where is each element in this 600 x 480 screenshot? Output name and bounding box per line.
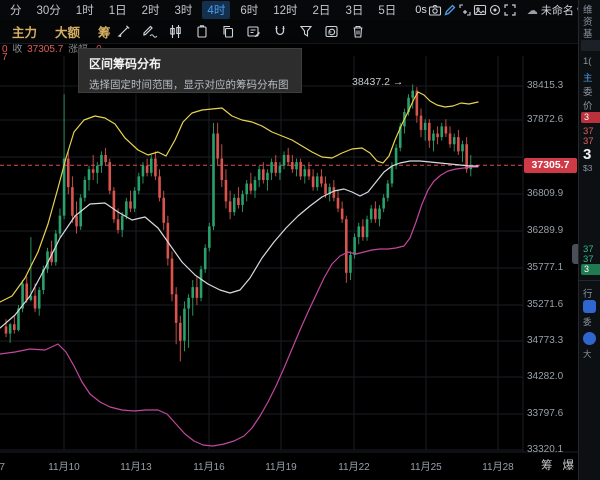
note-edit-icon[interactable] — [241, 23, 267, 41]
camera-icon[interactable] — [428, 2, 442, 18]
target-settings-icon[interactable] — [488, 2, 502, 18]
time-axis-label: 11月19 — [251, 458, 311, 473]
image-icon[interactable] — [473, 2, 487, 18]
tab-timeframe-3d[interactable]: 3日 — [340, 1, 368, 19]
timeframe-toolbar: 分 30分 1时 1日 2时 3时 4时 6时 12时 2日 3日 5日 0s … — [0, 0, 600, 20]
tooltip-body: 选择固定时间范围，显示对应的筹码分布图 — [89, 77, 291, 92]
tab-timeframe-2d[interactable]: 2日 — [308, 1, 336, 19]
frame-add-icon[interactable] — [458, 2, 472, 18]
delegate-icon[interactable] — [583, 300, 596, 313]
panel-price-header: 价 — [583, 98, 593, 112]
clipboard-icon[interactable] — [189, 23, 215, 41]
panel-tab-orders[interactable]: 委 — [583, 84, 593, 98]
time-axis-label: 11月22 — [324, 458, 384, 473]
tab-timeframe-1d[interactable]: 1日 — [104, 1, 132, 19]
delegate-label: 委 — [583, 316, 592, 328]
price-axis-label: 35777.1 — [527, 262, 563, 273]
tab-timeframe-12h[interactable]: 12时 — [268, 1, 302, 19]
panel-divider — [579, 280, 600, 281]
current-price-tag: 37305.7 — [524, 158, 577, 173]
time-axis-label: 11月10 — [34, 458, 94, 473]
time-axis-label: 11月28 — [468, 458, 528, 473]
candles-icon[interactable] — [163, 23, 189, 41]
fullscreen-icon[interactable] — [503, 2, 517, 18]
price-axis-label: 38415.3 — [527, 80, 563, 91]
whale-icon[interactable] — [583, 332, 596, 345]
pen-wave-icon[interactable] — [137, 23, 163, 41]
price-axis-label: 37872.6 — [527, 114, 563, 125]
close-label: 收 — [12, 44, 22, 55]
panel-collapse-handle[interactable] — [572, 244, 578, 264]
bottom-toggles: 筹 爆 — [541, 457, 574, 473]
panel-frag-3[interactable]: 基 — [583, 26, 593, 40]
ruler-pencil-icon[interactable] — [111, 23, 137, 41]
panel-frag-4: 1( — [583, 56, 591, 67]
tab-timeframe-5d[interactable]: 5日 — [373, 1, 401, 19]
magnet-icon[interactable] — [267, 23, 293, 41]
workspace-name[interactable]: 未命名 — [541, 2, 574, 18]
info-line-2: 7 — [2, 52, 8, 63]
whale-label: 大 — [583, 348, 592, 360]
high-price-annotation: 38437.2 → — [352, 76, 403, 88]
tab-timeframe-6h[interactable]: 6时 — [235, 1, 263, 19]
tab-timeframe-2h[interactable]: 2时 — [137, 1, 165, 19]
funnel-icon[interactable] — [293, 23, 319, 41]
time-axis-label: 11月7 — [0, 458, 22, 473]
tools-toolbar: 主力 大额 筹 — [0, 20, 600, 44]
cloud-icon: ☁ — [527, 4, 538, 17]
trash-icon[interactable] — [345, 23, 371, 41]
price-axis-label: 33797.6 — [527, 408, 563, 419]
candle-countdown: 0s — [415, 4, 427, 16]
price-axis-label: 35271.6 — [527, 299, 563, 310]
bid-price-pill: 3 — [581, 264, 600, 275]
time-axis-label: 11月25 — [396, 458, 456, 473]
tooltip-title: 区间筹码分布 — [89, 55, 291, 72]
ask-price-pill: 3 — [581, 112, 600, 123]
last-price-big: 3 — [583, 146, 591, 163]
close-value: 37305.7 — [27, 44, 63, 55]
panel-button[interactable] — [581, 40, 600, 51]
tab-timeframe-4h-selected[interactable]: 4时 — [202, 1, 230, 19]
draw-pencil-icon[interactable] — [443, 2, 457, 18]
tab-timeframe-min[interactable]: 分 — [5, 1, 27, 19]
rotate-icon[interactable] — [319, 23, 345, 41]
candles-layer — [5, 84, 472, 361]
price-axis-label: 34773.3 — [527, 335, 563, 346]
toggle-chips[interactable]: 筹 — [541, 457, 553, 473]
tab-large-orders[interactable]: 大额 — [55, 22, 80, 41]
toggle-liquidation[interactable]: 爆 — [563, 457, 575, 473]
tab-timeframe-3h[interactable]: 3时 — [170, 1, 198, 19]
time-axis[interactable]: 11月7 11月10 11月13 11月16 11月19 11月22 11月25 11月28 — [0, 452, 577, 476]
tab-chips[interactable]: 筹 — [98, 22, 111, 41]
band-mid — [0, 161, 478, 328]
right-market-panel-truncated[interactable]: 维 资 基 1( 主 委 价 3 37 37 3 $3 37 37 3 行 委 … — [578, 0, 600, 480]
copy-icon[interactable] — [215, 23, 241, 41]
panel-tab-main[interactable]: 主 — [583, 70, 593, 84]
price-axis[interactable]: 38415.3 37872.6 36809.9 36289.9 35777.1 35271… — [527, 0, 577, 480]
tab-main-force[interactable]: 主力 — [12, 22, 37, 41]
tab-timeframe-1h[interactable]: 1时 — [71, 1, 99, 19]
time-axis-label: 11月13 — [106, 458, 166, 473]
price-axis-label: 34282.0 — [527, 371, 563, 382]
price-axis-label: 36809.9 — [527, 188, 563, 199]
panel-frag-hang: 行 — [583, 286, 593, 300]
tab-timeframe-30m[interactable]: 30分 — [32, 1, 66, 19]
tooltip-chip-distribution: 区间筹码分布 选择固定时间范围，显示对应的筹码分布图 — [78, 48, 302, 93]
last-price-usd: $3 — [583, 163, 592, 173]
price-axis-label: 36289.9 — [527, 225, 563, 236]
time-axis-label: 11月16 — [179, 458, 239, 473]
